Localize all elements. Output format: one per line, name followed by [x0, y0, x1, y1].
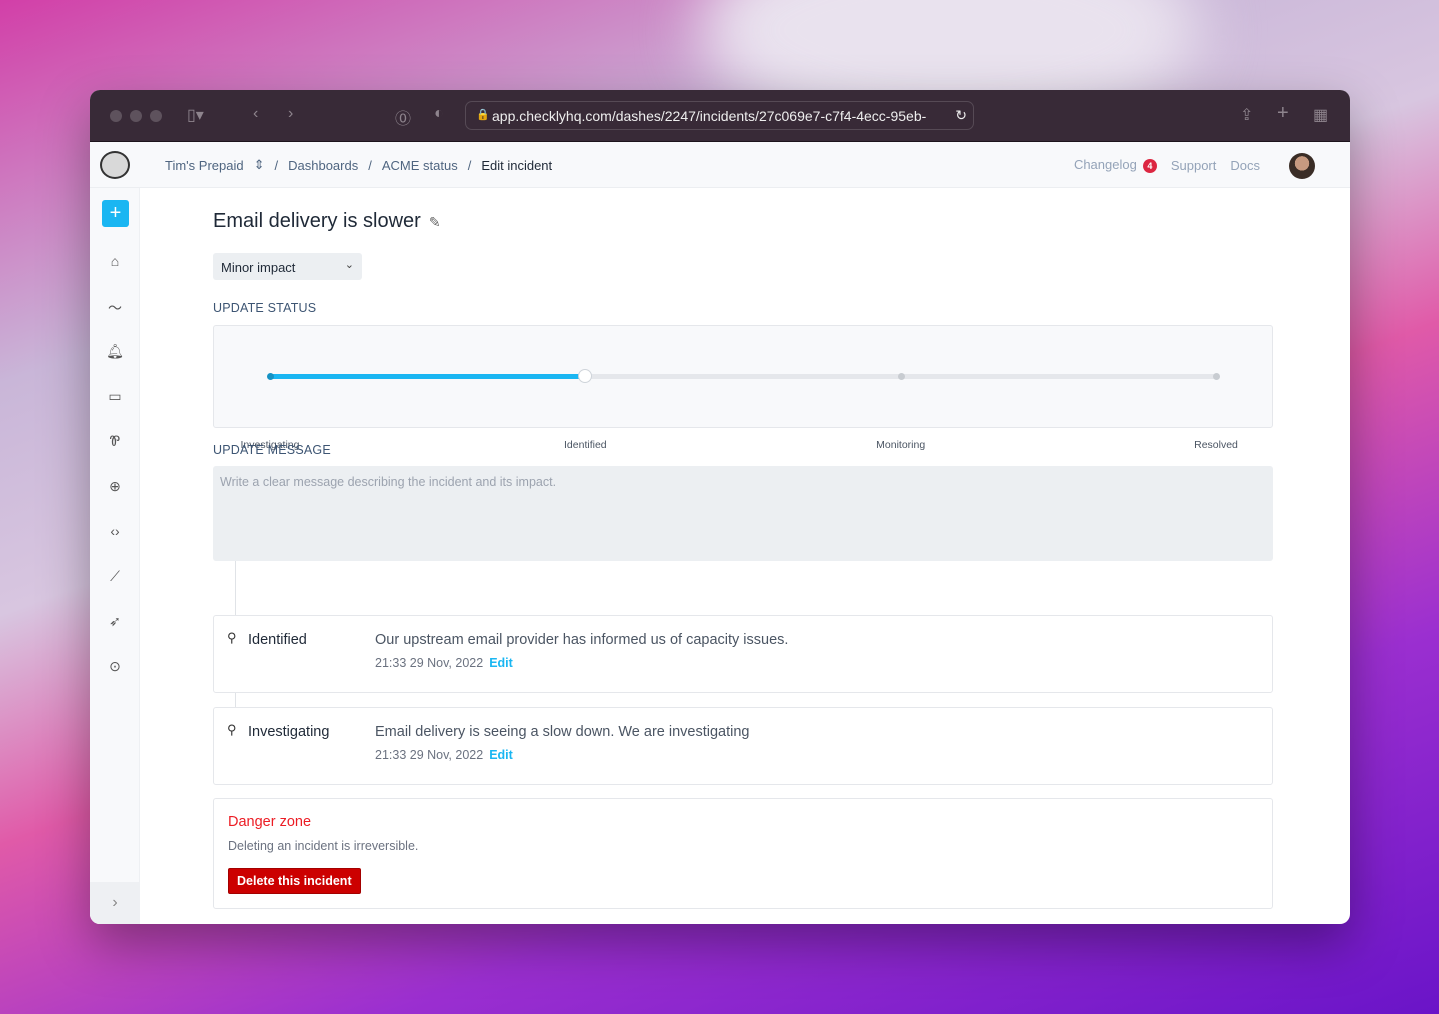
code-icon[interactable]: ‹› [105, 523, 125, 539]
minimize-window-button[interactable] [130, 110, 142, 122]
impact-select[interactable]: Minor impact ⌄ [213, 253, 362, 280]
sidebar: + ⌂ 〜 🔔︎ ▭ Ꮘ ⊕ ‹› ⟋ ➶ ⊙ › [90, 188, 140, 924]
reload-icon[interactable]: ↻ [951, 107, 967, 124]
update-status-label: UPDATE STATUS [213, 301, 317, 315]
update-card: ⚲ Investigating Email delivery is seeing… [213, 707, 1273, 785]
back-icon[interactable]: ‹ [253, 105, 258, 123]
support-link[interactable]: Support [1171, 158, 1217, 173]
danger-zone-title: Danger zone [228, 814, 312, 830]
status-step-label[interactable]: Identified [564, 439, 607, 451]
status-slider-box: Investigating Identified Monitoring Resolve… [213, 325, 1273, 451]
expand-sidebar-button[interactable]: › [90, 882, 140, 924]
status-step-marker[interactable] [1213, 373, 1220, 380]
sidebar-toggle-icon[interactable]: ▯▾ [187, 105, 204, 125]
search-icon: ⚲ [227, 722, 237, 737]
docs-link[interactable]: Docs [1230, 158, 1260, 173]
breadcrumb-dashboard[interactable]: ACME status [382, 158, 458, 173]
update-time: 21:33 29 Nov, 2022 [375, 748, 484, 762]
incident-title: Email delivery is slower [213, 210, 421, 232]
home-icon[interactable]: ⌂ [105, 253, 125, 269]
new-tab-icon[interactable]: + [1277, 102, 1289, 125]
wrench-icon[interactable]: Ꮘ [105, 433, 125, 450]
share-icon[interactable]: ⇪ [1240, 105, 1253, 125]
breadcrumb-account[interactable]: Tim's Prepaid [165, 158, 244, 173]
maximize-window-button[interactable] [150, 110, 162, 122]
address-bar[interactable]: 🔒 app.checklyhq.com/dashes/2247/incident… [465, 101, 974, 130]
timeline-line [235, 693, 236, 707]
pin-icon: ⚲ [227, 630, 237, 645]
lock-icon: 🔒 [476, 109, 490, 121]
danger-zone: Danger zone Deleting an incident is irre… [213, 798, 1273, 909]
breadcrumb-separator: / [368, 157, 372, 173]
breadcrumb-separator: / [274, 157, 279, 173]
update-time: 21:33 29 Nov, 2022 [375, 656, 484, 670]
page-title: Email delivery is slower ✎ [213, 210, 441, 233]
edit-update-link[interactable]: Edit [489, 656, 513, 670]
pencil-icon[interactable]: ✎ [429, 214, 441, 230]
edit-update-link[interactable]: Edit [489, 748, 513, 762]
rocket-icon[interactable]: ➶ [105, 613, 125, 630]
update-card: ⚲ Identified Our upstream email provider… [213, 615, 1273, 693]
activity-icon[interactable]: 〜 [105, 298, 125, 318]
shield-icon[interactable]: ◐ [434, 105, 444, 123]
breadcrumb: Tim's Prepaid ⇕ / Dashboards / ACME stat… [165, 157, 552, 173]
changelog-label: Changelog [1073, 157, 1137, 172]
update-status: Investigating [248, 724, 330, 740]
breadcrumb-separator: / [467, 157, 472, 173]
update-message: Our upstream email provider has informed… [375, 632, 789, 648]
status-step-label[interactable]: Resolved [1194, 439, 1238, 451]
timeline-line [235, 561, 236, 615]
breadcrumb-dashboards[interactable]: Dashboards [288, 158, 358, 173]
status-slider-handle[interactable] [578, 369, 593, 383]
monitor-icon[interactable]: ▭ [105, 388, 125, 405]
chart-icon[interactable]: ⟋ [105, 568, 125, 585]
tab-overview-icon[interactable]: ▦ [1313, 105, 1328, 125]
chevron-down-icon: ⌄ [344, 259, 354, 271]
danger-zone-description: Deleting an incident is irreversible. [228, 839, 419, 853]
impact-value: Minor impact [221, 260, 296, 275]
password-manager-icon[interactable]: ⓪ [395, 105, 411, 129]
bell-icon[interactable]: 🔔︎ [105, 343, 125, 360]
user-avatar[interactable] [1289, 153, 1315, 179]
update-message-label: UPDATE MESSAGE [213, 443, 331, 457]
status-step-marker[interactable] [267, 373, 274, 380]
update-status: Identified [248, 632, 307, 648]
globe-icon[interactable]: ⊕ [105, 478, 125, 495]
close-window-button[interactable] [110, 110, 122, 122]
browser-titlebar: ▯▾ ‹ › ⓪ ◐ 🔒 app.checklyhq.com/dashes/22… [90, 90, 1350, 142]
status-step-label[interactable]: Monitoring [876, 439, 925, 451]
create-button[interactable]: + [102, 200, 129, 227]
url-text: app.checklyhq.com/dashes/2247/incidents/… [492, 108, 927, 124]
delete-incident-button[interactable]: Delete this incident [228, 868, 361, 894]
changelog-link[interactable]: Changelog 4 [1074, 157, 1157, 173]
status-slider-fill [270, 374, 586, 379]
status-step-marker[interactable] [897, 373, 905, 380]
forward-icon[interactable]: › [288, 105, 293, 123]
browser-window: ▯▾ ‹ › ⓪ ◐ 🔒 app.checklyhq.com/dashes/22… [90, 90, 1350, 924]
breadcrumb-current: Edit incident [481, 157, 553, 173]
status-slider[interactable]: Investigating Identified Monitoring Resolve… [241, 369, 1238, 451]
update-message-input[interactable] [213, 466, 1273, 561]
app-header: Tim's Prepaid ⇕ / Dashboards / ACME stat… [90, 142, 1350, 188]
location-icon[interactable]: ⊙ [105, 658, 125, 675]
checkly-logo[interactable] [100, 151, 130, 179]
update-message: Email delivery is seeing a slow down. We… [375, 724, 750, 740]
account-switcher-icon[interactable]: ⇕ [254, 157, 265, 173]
changelog-badge: 4 [1142, 159, 1157, 173]
